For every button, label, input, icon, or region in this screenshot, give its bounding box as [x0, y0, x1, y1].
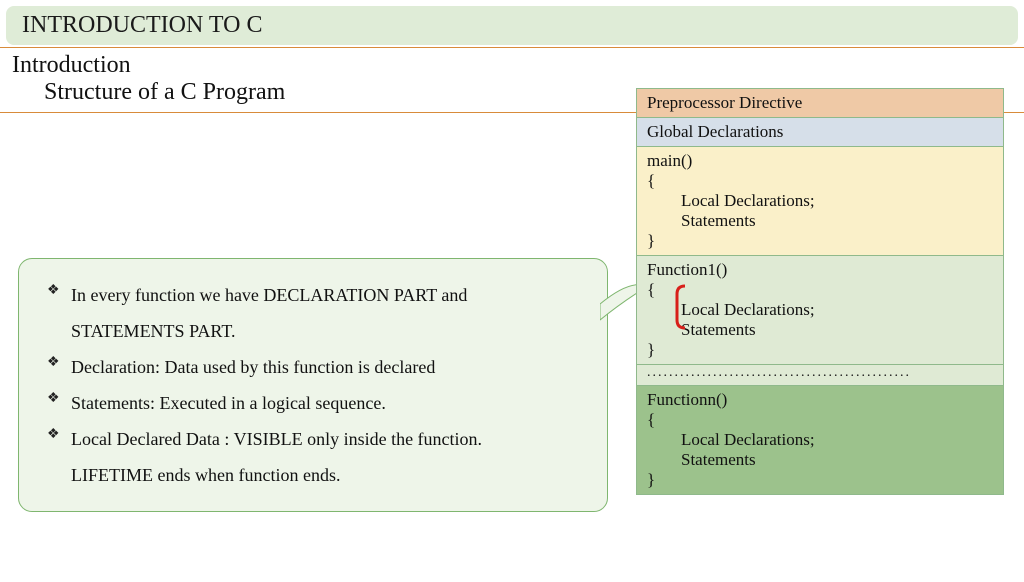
callout-box: In every function we have DECLARATION PA…: [18, 258, 608, 512]
main-fn-block: main() { Local Declarations; Statements …: [637, 147, 1003, 256]
bullet-3: Statements: Executed in a logical sequen…: [47, 385, 585, 421]
slide-title-bar: INTRODUCTION TO C: [6, 6, 1018, 45]
function1-block: Function1() { Local Declarations; Statem…: [637, 256, 1003, 365]
functionn-block: Functionn() { Local Declarations; Statem…: [637, 386, 1003, 494]
bullet-2: Declaration: Data used by this function …: [47, 349, 585, 385]
globals-row: Global Declarations: [637, 118, 1003, 147]
program-structure-diagram: Preprocessor Directive Global Declaratio…: [636, 88, 1004, 495]
bullet-1: In every function we have DECLARATION PA…: [47, 277, 585, 313]
ellipsis-row: ........................................…: [637, 365, 1003, 386]
bullet-4: Local Declared Data : VISIBLE only insid…: [47, 421, 585, 457]
bullet-1-cont: STATEMENTS PART.: [47, 313, 585, 349]
bullet-4-cont: LIFETIME ends when function ends.: [47, 457, 585, 493]
slide-title: INTRODUCTION TO C: [22, 12, 262, 38]
preprocessor-row: Preprocessor Directive: [637, 89, 1003, 118]
heading: Introduction: [12, 52, 1012, 79]
